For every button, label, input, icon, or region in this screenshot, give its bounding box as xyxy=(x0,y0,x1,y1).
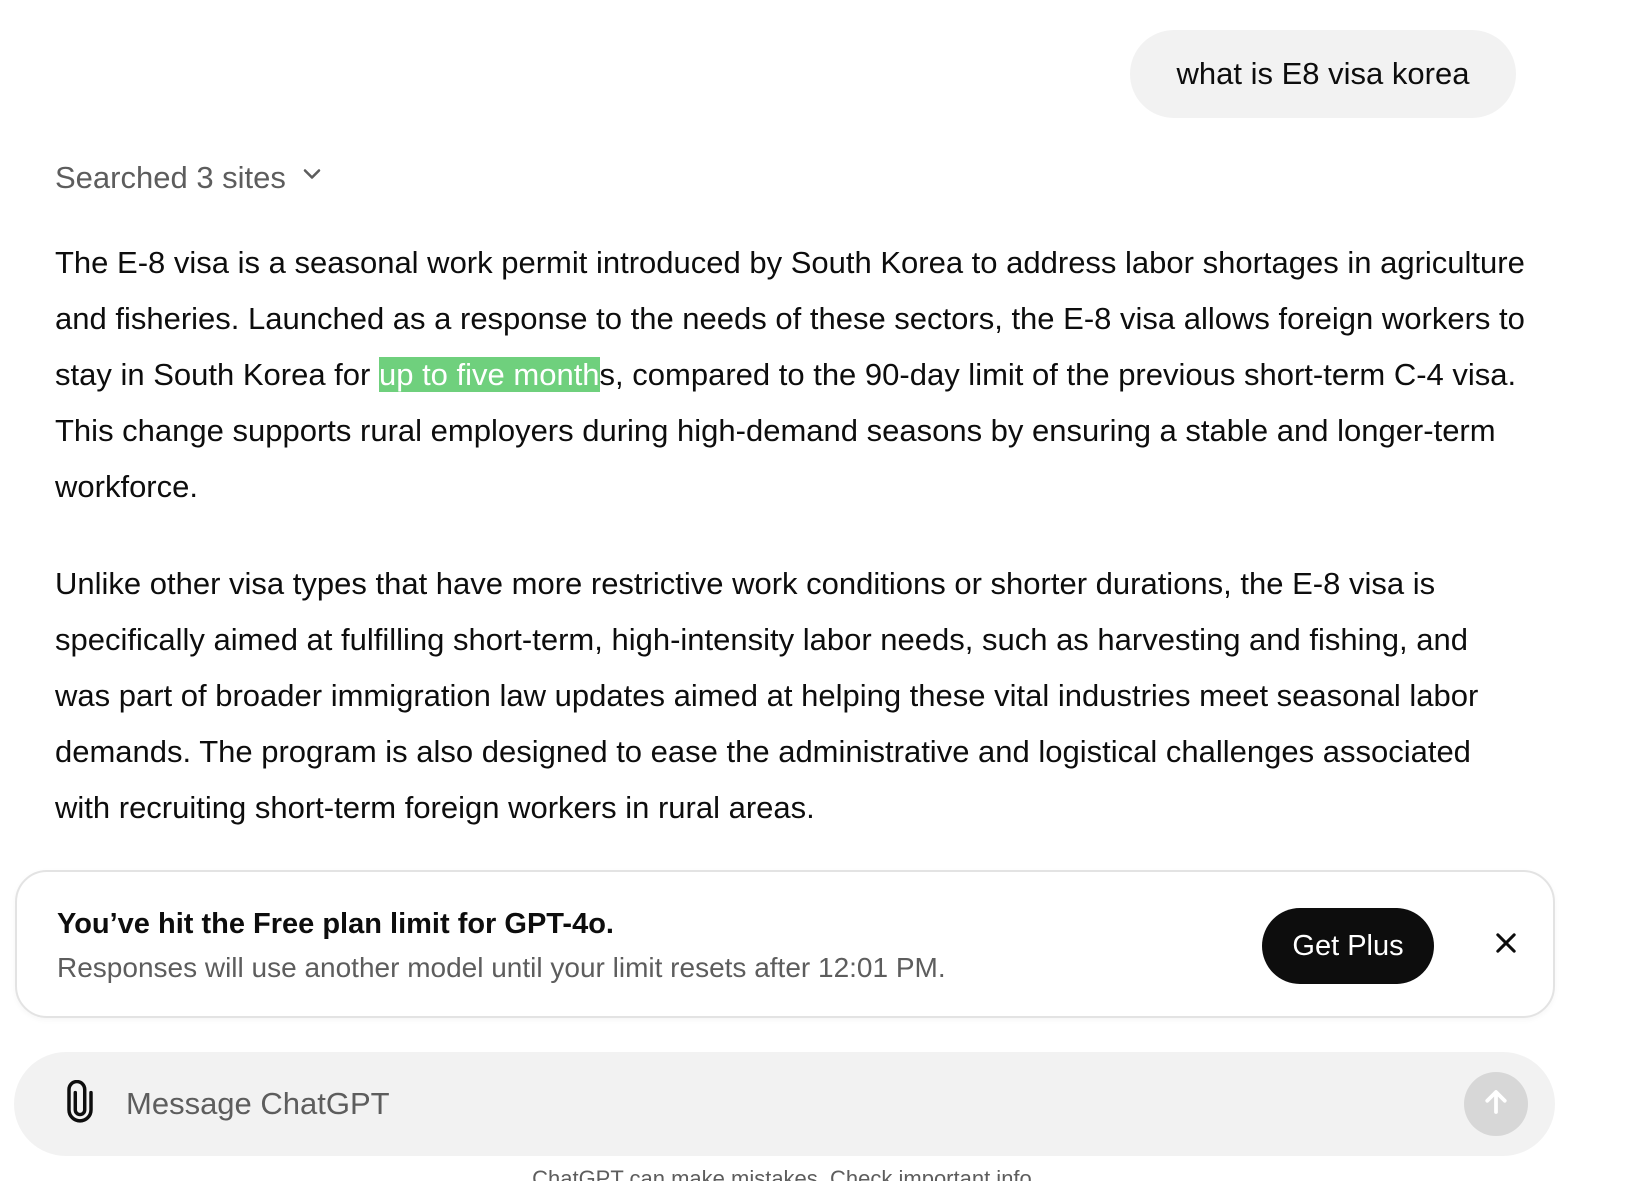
disclaimer-text: ChatGPT can make mistakes. Check importa… xyxy=(532,1166,1038,1181)
answer-paragraph-1: The E-8 visa is a seasonal work permit i… xyxy=(55,235,1525,515)
user-message-text: what is E8 visa korea xyxy=(1176,56,1470,91)
plan-limit-subtitle: Responses will use another model until y… xyxy=(57,952,946,983)
searched-sites-label: Searched 3 sites xyxy=(55,160,286,195)
attach-button[interactable] xyxy=(58,1079,102,1129)
selected-text-highlight: up to five month xyxy=(378,357,600,392)
plan-limit-title: You’ve hit the Free plan limit for GPT-4… xyxy=(57,908,614,940)
answer-paragraph-2: Unlike other visa types that have more r… xyxy=(55,566,1479,825)
close-banner-button[interactable] xyxy=(1485,924,1527,966)
chat-page: what is E8 visa korea Searched 3 sites T… xyxy=(0,0,1636,1181)
close-icon xyxy=(1492,929,1520,962)
message-composer xyxy=(14,1052,1555,1156)
plan-limit-banner: You’ve hit the Free plan limit for GPT-4… xyxy=(15,870,1555,1018)
send-button[interactable] xyxy=(1464,1072,1528,1136)
user-message-bubble: what is E8 visa korea xyxy=(1130,30,1516,118)
get-plus-label: Get Plus xyxy=(1292,929,1404,962)
paperclip-icon xyxy=(61,1079,99,1129)
searched-sites-toggle[interactable]: Searched 3 sites xyxy=(55,160,326,196)
chevron-down-icon xyxy=(298,160,326,196)
message-input[interactable] xyxy=(126,1078,1406,1130)
arrow-up-icon xyxy=(1481,1087,1511,1122)
get-plus-button[interactable]: Get Plus xyxy=(1262,908,1434,984)
